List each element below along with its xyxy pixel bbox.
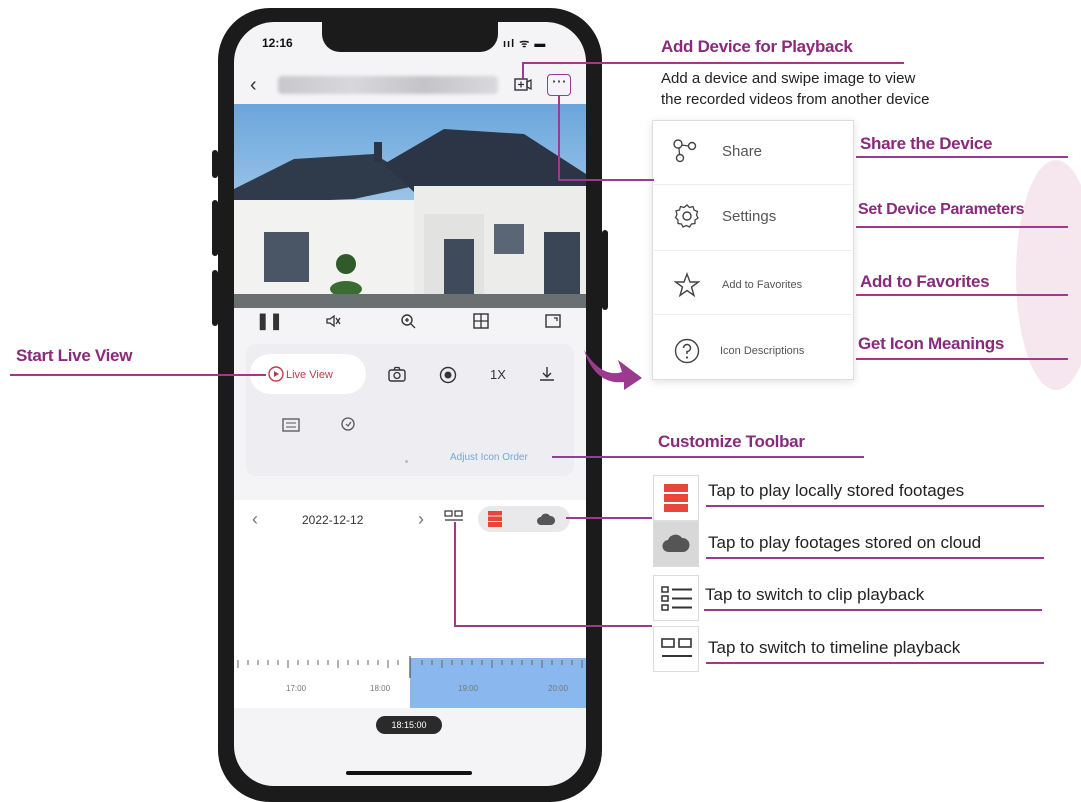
callout-icon-meanings: Get Icon Meanings [858, 334, 1005, 353]
timeline-tick-label: 17:00 [286, 684, 307, 693]
cloud-storage-icon [662, 534, 690, 553]
local-storage-icon[interactable] [488, 511, 502, 527]
status-icons: ııl ᯤ ▬ [503, 38, 547, 50]
callout-line [704, 609, 1042, 611]
mute-icon[interactable] [325, 314, 341, 328]
callout-line [856, 226, 1068, 228]
pause-icon[interactable]: ❚❚ [256, 311, 283, 331]
timeline-tick-label: 18:00 [370, 684, 391, 693]
timeline-tick-label: 20:00 [548, 684, 569, 693]
callout-line [706, 662, 1044, 664]
playback-date[interactable]: 2022-12-12 [302, 513, 363, 527]
callout-line [522, 62, 524, 80]
current-time-badge: 18:15:00 [376, 716, 442, 734]
timeline-mode-icon[interactable] [444, 510, 464, 522]
local-storage-icon [664, 484, 688, 512]
callout-line [10, 374, 266, 376]
phone-notch [322, 22, 498, 52]
status-time: 12:16 [262, 36, 293, 50]
callout-share: Share the Device [860, 134, 993, 153]
menu-label-settings: Settings [722, 208, 777, 225]
add-device-desc-line1: Add a device and swipe image to view [661, 70, 916, 87]
menu-label-share: Share [722, 143, 763, 160]
callout-line [454, 522, 456, 626]
next-date-icon[interactable]: › [418, 509, 424, 530]
search-record-icon[interactable] [340, 416, 358, 434]
add-device-desc-line2: the recorded videos from another device [661, 91, 930, 108]
callout-live-view: Start Live View [16, 346, 133, 365]
live-view-label: Live View [286, 369, 333, 381]
cloud-storage-icon[interactable] [536, 512, 556, 526]
callout-line [856, 156, 1068, 158]
callout-line [552, 456, 864, 458]
callout-line [558, 96, 560, 180]
callout-settings: Set Device Parameters [858, 201, 1025, 218]
callout-favorites: Add to Favorites [860, 272, 990, 291]
download-icon[interactable] [538, 365, 556, 383]
gear-icon [674, 204, 699, 228]
home-indicator[interactable] [346, 771, 472, 775]
snapshot-icon[interactable] [388, 366, 406, 382]
callout-line [454, 625, 652, 627]
device-name-blurred [278, 76, 498, 94]
mute-switch [212, 150, 218, 178]
callout-line [856, 294, 1068, 296]
question-icon [674, 338, 700, 364]
legend-timeline-text: Tap to switch to timeline playback [708, 638, 961, 657]
legend-local-text: Tap to play locally stored footages [708, 481, 965, 500]
callout-line [706, 505, 1044, 507]
timeline-ticks [237, 656, 583, 678]
share-icon [673, 139, 697, 163]
record-icon[interactable] [439, 366, 457, 384]
pointer-arrow-icon [584, 350, 642, 390]
callout-toolbar: Customize Toolbar [658, 432, 805, 451]
timeline-mode-icon [661, 638, 692, 657]
menu-label-icon-descriptions: Icon Descriptions [720, 345, 805, 357]
volume-down-button [212, 270, 218, 326]
callout-line [706, 557, 1044, 559]
zoom-icon[interactable] [400, 313, 416, 329]
more-options-button[interactable]: ⋯ [547, 74, 571, 96]
callout-add-device: Add Device for Playback [661, 37, 853, 56]
adjust-icon-order-link[interactable]: Adjust Icon Order [450, 452, 528, 463]
power-button [602, 230, 608, 310]
play-circle-icon [268, 366, 284, 382]
callout-line [566, 517, 652, 519]
camera-video-feed[interactable] [234, 104, 586, 308]
callout-line [558, 179, 654, 181]
legend-cloud-text: Tap to play footages stored on cloud [708, 533, 982, 552]
divider-dot [405, 460, 408, 463]
prev-date-icon[interactable]: ‹ [252, 509, 258, 530]
playback-speed[interactable]: 1X [490, 367, 506, 382]
clip-list-icon [661, 586, 692, 611]
clip-icon[interactable] [282, 418, 300, 432]
back-arrow-icon[interactable]: ‹ [250, 74, 257, 97]
legend-clip-text: Tap to switch to clip playback [705, 585, 925, 604]
timeline-tick-label: 19:00 [458, 684, 479, 693]
multi-screen-icon[interactable] [473, 313, 489, 329]
volume-up-button [212, 200, 218, 256]
star-icon [674, 272, 700, 298]
fullscreen-icon[interactable] [545, 314, 561, 328]
decorative-blob [1016, 160, 1081, 390]
menu-label-favorites: Add to Favorites [722, 279, 803, 291]
playback-content-area [234, 542, 586, 652]
callout-line [522, 62, 904, 64]
callout-line [856, 358, 1068, 360]
